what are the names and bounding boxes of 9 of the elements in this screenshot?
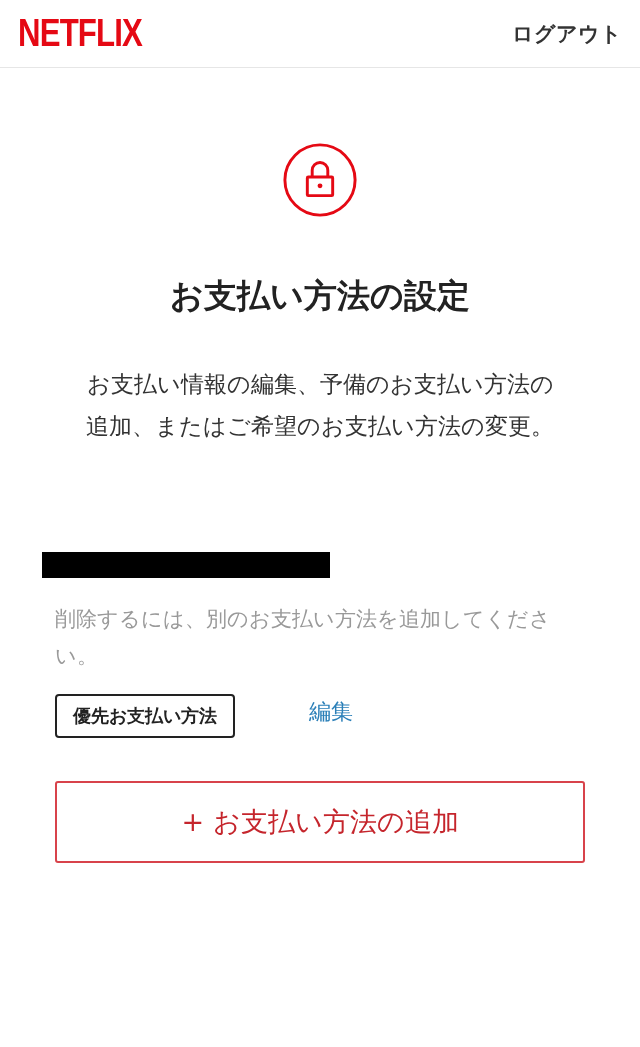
edit-link[interactable]: 編集	[309, 697, 353, 727]
logout-link[interactable]: ログアウト	[512, 19, 622, 48]
description-text: お支払い情報の編集、予備のお支払い方法の追加、またはご希望のお支払い方法の変更。	[85, 370, 555, 441]
add-payment-button[interactable]: + お支払い方法の追加	[55, 781, 585, 863]
netflix-logo[interactable]: NETFLIX	[18, 12, 143, 55]
preferred-badge: 優先お支払い方法	[55, 694, 235, 738]
page-title: お支払い方法の設定	[170, 275, 470, 317]
lock-icon	[281, 141, 359, 219]
hint-text: 削除するには、別のお支払い方法を追加してください。	[55, 606, 552, 670]
